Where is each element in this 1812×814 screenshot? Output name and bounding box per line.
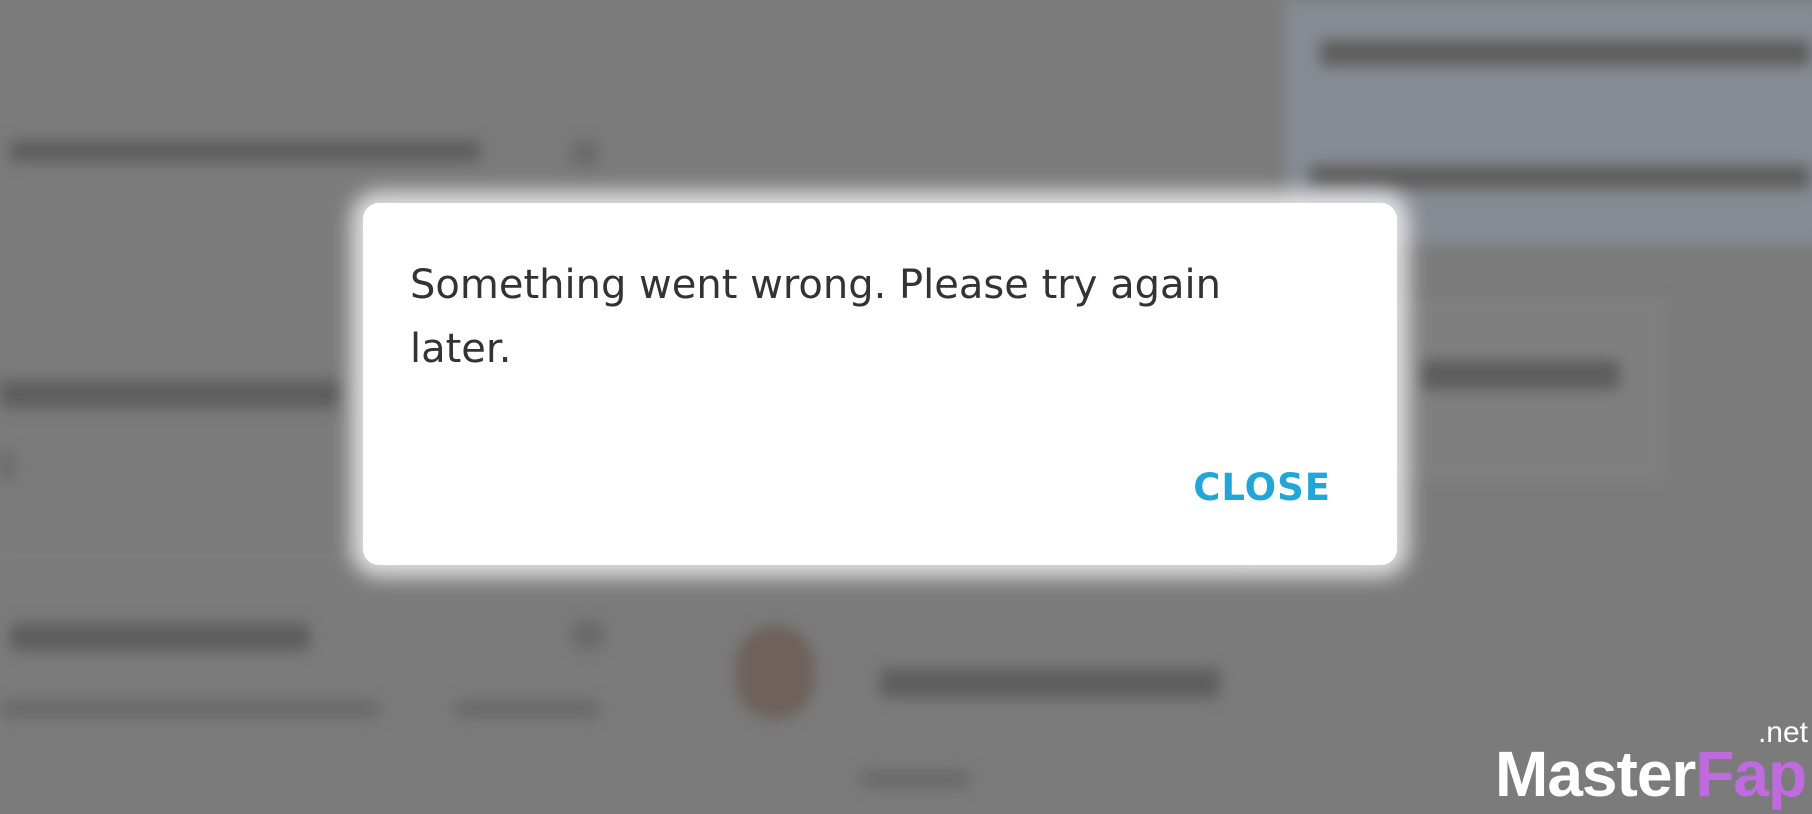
error-dialog: Something went wrong. Please try again l… [363,203,1397,565]
error-message: Something went wrong. Please try again l… [410,262,1221,372]
background-line [10,140,480,162]
background-line [1420,360,1620,390]
background-line [455,700,600,718]
background-line [880,668,1220,698]
background-avatar [735,625,815,720]
background-line [0,380,340,408]
close-button[interactable]: CLOSE [1193,458,1331,517]
background-line [570,140,600,166]
watermark-main-text: Master [1495,738,1696,810]
background-line [570,620,606,650]
background-line [1310,165,1810,189]
background-card [1390,300,1664,479]
background-line [0,450,14,480]
background-line [10,623,310,651]
watermark-accent-text: Fap [1695,738,1807,810]
background-line [0,700,380,718]
watermark-logo: .net MasterFap [1495,716,1810,806]
background-line [860,770,970,788]
background-line [1320,40,1810,66]
watermark-text: MasterFap [1495,742,1807,806]
